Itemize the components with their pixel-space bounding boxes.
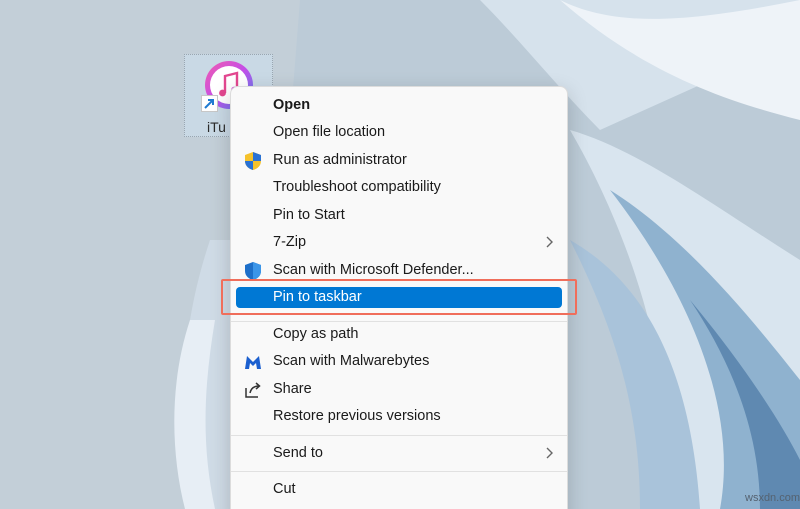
- menu-item-send-to[interactable]: Send to: [236, 443, 562, 464]
- menu-item-cut[interactable]: Cut: [236, 479, 562, 500]
- menu-item-restore-previous-versions[interactable]: Restore previous versions: [236, 406, 562, 427]
- menu-item-label: Scan with Malwarebytes: [273, 353, 430, 369]
- menu-item-label: Scan with Microsoft Defender...: [273, 262, 474, 278]
- menu-item-open-file-location[interactable]: Open file location: [236, 122, 562, 143]
- share-icon: [245, 382, 261, 398]
- callout-highlight-box: [221, 279, 577, 315]
- uac-shield-icon: [245, 152, 261, 170]
- menu-item-label: Troubleshoot compatibility: [273, 179, 441, 195]
- malwarebytes-icon: [245, 356, 261, 369]
- menu-separator: [231, 435, 567, 436]
- menu-item-label: Open: [273, 97, 311, 113]
- menu-item-label: Run as administrator: [273, 152, 407, 168]
- menu-item-pin-to-start[interactable]: Pin to Start: [236, 205, 562, 226]
- menu-item-scan-with-microsoft-defender[interactable]: Scan with Microsoft Defender...: [236, 260, 562, 281]
- menu-item-label: Cut: [273, 481, 296, 497]
- menu-item-7-zip[interactable]: 7-Zip: [236, 232, 562, 253]
- chevron-right-icon: [546, 236, 553, 248]
- menu-item-label: Share: [273, 381, 312, 397]
- menu-item-label: Open file location: [273, 124, 386, 140]
- menu-separator: [231, 321, 567, 322]
- menu-item-label: Copy as path: [273, 326, 359, 342]
- menu-item-copy-as-path[interactable]: Copy as path: [236, 324, 562, 345]
- shortcut-arrow-icon: [201, 95, 218, 112]
- watermark: wsxdn.com: [745, 492, 800, 504]
- menu-item-label: Send to: [273, 445, 323, 461]
- menu-item-scan-with-malwarebytes[interactable]: Scan with Malwarebytes: [236, 351, 562, 372]
- desktop: iTu Open Open file location Run as admin…: [0, 0, 800, 509]
- menu-item-open[interactable]: Open: [236, 95, 562, 116]
- defender-shield-icon: [245, 262, 261, 280]
- menu-item-run-as-administrator[interactable]: Run as administrator: [236, 150, 562, 171]
- menu-item-troubleshoot-compatibility[interactable]: Troubleshoot compatibility: [236, 177, 562, 198]
- menu-item-share[interactable]: Share: [236, 379, 562, 400]
- chevron-right-icon: [546, 447, 553, 459]
- menu-item-label: Restore previous versions: [273, 408, 441, 424]
- menu-item-label: Pin to Start: [273, 207, 345, 223]
- menu-item-label: 7-Zip: [273, 234, 307, 250]
- menu-separator: [231, 471, 567, 472]
